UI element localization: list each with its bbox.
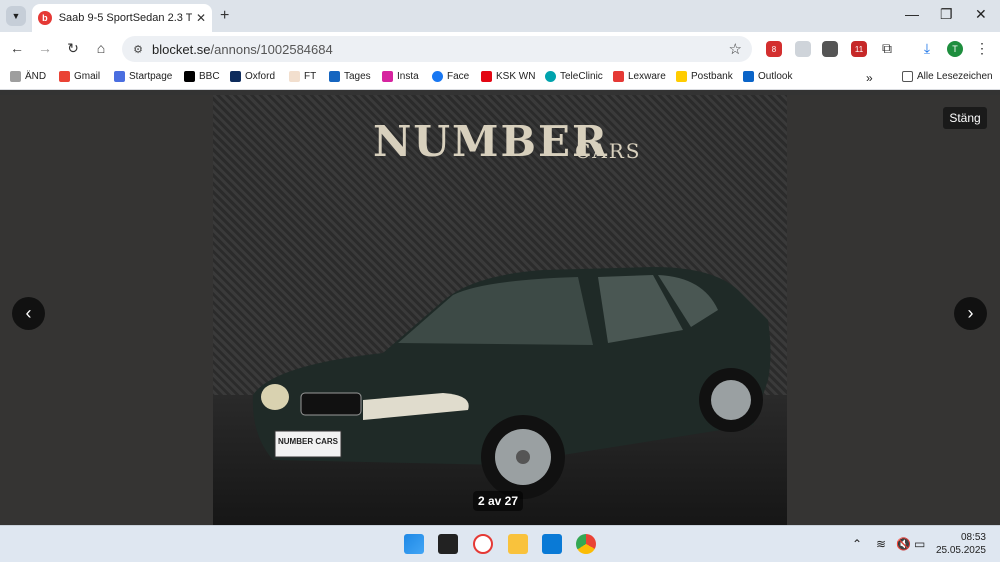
clock-date: 25.05.2025 — [935, 545, 986, 556]
bookmark-aend-icon — [10, 71, 21, 82]
outlook-icon — [743, 71, 754, 82]
car-illustration — [252, 267, 771, 499]
bbc-icon — [184, 71, 195, 82]
folder-icon — [902, 71, 913, 82]
bookmark-tages[interactable]: Tages — [329, 71, 371, 82]
url-text: blocket.se/annons/1002584684 — [152, 41, 333, 57]
next-image-button[interactable]: › — [954, 297, 987, 330]
bookmark-outlook[interactable]: Outlook — [743, 71, 792, 82]
sparkasse-icon — [481, 71, 492, 82]
bookmark-lexware[interactable]: Lexware — [613, 71, 666, 82]
tray-overflow-icon[interactable]: ⌃ — [852, 537, 862, 551]
close-gallery-button[interactable]: Stäng — [943, 107, 987, 129]
store-icon[interactable] — [542, 534, 562, 554]
task-view-icon[interactable] — [438, 534, 458, 554]
extension-badge-icon[interactable]: 11 — [851, 41, 867, 57]
tab-strip: ▼ b Saab 9-5 SportSedan 2.3 T säljes ✕ +… — [0, 0, 1000, 32]
menu-kebab-icon[interactable]: ⋮ — [973, 40, 991, 57]
windows-start-icon[interactable] — [404, 534, 424, 554]
previous-image-button[interactable]: ‹ — [12, 297, 45, 330]
image-gallery-lightbox: NUMBER CARS NUMBER CARS 2 av 27 Stäng ‹ — [0, 95, 1000, 525]
tab-search-button[interactable]: ▼ — [6, 6, 26, 26]
app-circle-icon[interactable] — [473, 534, 493, 554]
tages-icon — [329, 71, 340, 82]
bookmark-star-icon[interactable]: ☆ — [729, 40, 742, 58]
instagram-icon — [382, 71, 393, 82]
lexware-icon — [613, 71, 624, 82]
file-explorer-icon[interactable] — [508, 534, 528, 554]
download-icon[interactable]: ⤓ — [918, 40, 936, 57]
extension-grey-icon[interactable] — [822, 41, 838, 57]
system-clock[interactable]: 08:53 25.05.2025 — [936, 531, 986, 557]
teleclinic-icon — [545, 71, 556, 82]
tab-title: Saab 9-5 SportSedan 2.3 T säljes — [58, 12, 192, 24]
clock-time: 08:53 — [960, 532, 986, 543]
site-info-icon[interactable]: ⚙ — [130, 41, 146, 57]
home-icon[interactable]: ⌂ — [92, 40, 110, 56]
wifi-icon[interactable]: ≋ — [876, 537, 886, 551]
restore-icon[interactable]: ❐ — [940, 6, 953, 23]
bookmark-face[interactable]: Face — [432, 71, 469, 82]
minimize-icon[interactable]: — — [905, 6, 919, 22]
bookmark-ft[interactable]: FT — [289, 71, 316, 82]
bookmark-ksk-wn[interactable]: KSK WN — [481, 71, 535, 82]
license-plate-text: NUMBER CARS — [278, 437, 338, 446]
chevron-left-icon: ‹ — [25, 303, 32, 323]
bookmark-oxford[interactable]: Oxford — [230, 71, 275, 82]
chevron-down-icon: ▼ — [11, 11, 21, 21]
browser-toolbar: ← → ↻ ⌂ ⚙ blocket.se/annons/1002584684 ☆… — [0, 32, 1000, 66]
bookmark-startpage[interactable]: Startpage — [114, 71, 172, 82]
profile-avatar[interactable]: T — [947, 41, 963, 57]
bookmark-gmail[interactable]: Gmail — [59, 71, 100, 82]
chevron-right-icon: › — [967, 303, 974, 323]
gmail-icon — [59, 71, 70, 82]
car-photo: NUMBER CARS NUMBER CARS — [213, 95, 787, 525]
bookmarks-overflow-button[interactable]: » — [866, 71, 873, 85]
extensions-puzzle-icon[interactable]: ⧉ — [878, 40, 896, 57]
all-bookmarks-folder[interactable]: Alle Lesezeichen — [902, 71, 993, 82]
bookmark-postbank[interactable]: Postbank — [676, 71, 733, 82]
bookmark-teleclinic[interactable]: TeleClinic — [545, 71, 603, 82]
facebook-icon — [432, 71, 443, 82]
startpage-icon — [114, 71, 125, 82]
bookmark-insta[interactable]: Insta — [382, 71, 419, 82]
blocket-favicon-icon: b — [38, 11, 52, 25]
bookmark-aend[interactable]: ÄND — [10, 71, 46, 82]
close-tab-icon[interactable]: ✕ — [196, 11, 206, 25]
back-icon[interactable]: ← — [8, 40, 26, 56]
battery-icon[interactable]: ▭ — [914, 537, 925, 551]
windows-taskbar: ⌃ ≋ 🔇 ▭ 08:53 25.05.2025 — [0, 525, 1000, 562]
forward-icon[interactable]: → — [36, 40, 54, 56]
postbank-icon — [676, 71, 687, 82]
chrome-icon[interactable] — [576, 534, 596, 554]
bookmarks-bar: ÄND Gmail Startpage BBC Oxford FT Tages … — [0, 66, 1000, 90]
extension-adblock-icon[interactable]: 8 — [766, 41, 782, 57]
volume-muted-icon[interactable]: 🔇 — [896, 537, 911, 551]
ft-icon — [289, 71, 300, 82]
extension-cloud-icon[interactable] — [795, 41, 811, 57]
oxford-icon — [230, 71, 241, 82]
close-window-icon[interactable]: ✕ — [975, 6, 987, 23]
address-bar[interactable]: ⚙ blocket.se/annons/1002584684 ☆ — [122, 36, 752, 62]
active-tab[interactable]: b Saab 9-5 SportSedan 2.3 T säljes ✕ — [32, 4, 212, 32]
reload-icon[interactable]: ↻ — [64, 40, 82, 57]
bookmark-bbc[interactable]: BBC — [184, 71, 220, 82]
image-counter: 2 av 27 — [473, 491, 523, 511]
new-tab-button[interactable]: + — [220, 7, 229, 25]
